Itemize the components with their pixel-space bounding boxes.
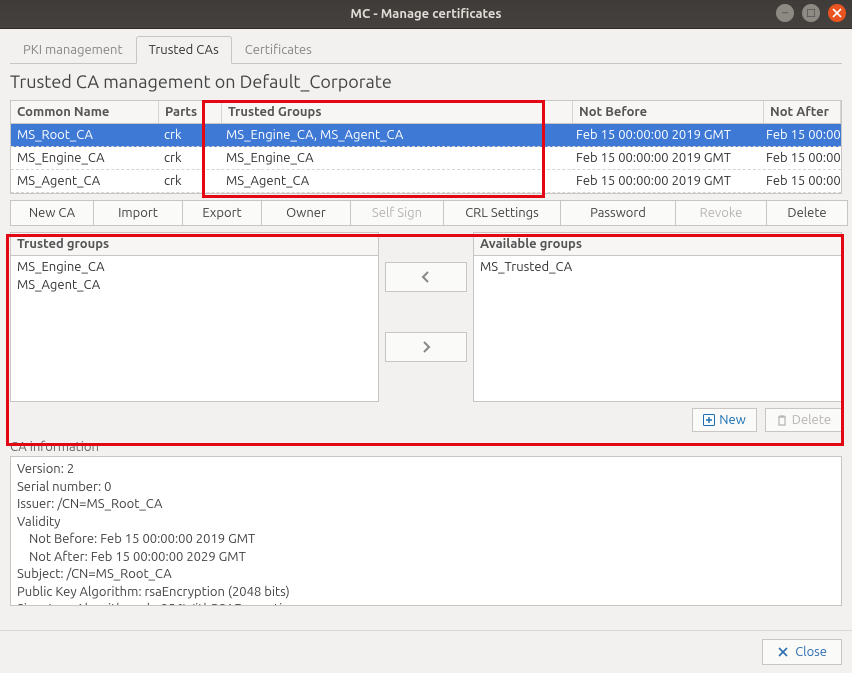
table-row[interactable]: MS_Root_CAcrkMS_Engine_CA, MS_Agent_CAFe… <box>11 124 841 147</box>
ca-info-line: Not Before: Feb 15 00:00:00 2019 GMT <box>17 531 835 549</box>
delete-group-button[interactable]: Delete <box>765 408 842 432</box>
revoke-button[interactable]: Revoke <box>676 200 767 226</box>
window: MC - Manage certificates – ☐ PKI managem… <box>0 0 852 673</box>
ca-info-line: Signature Algorithm: sha256WithRSAEncryp… <box>17 601 835 606</box>
tab-certificates[interactable]: Certificates <box>232 36 325 64</box>
col-header-parts[interactable]: Parts <box>159 101 222 123</box>
trusted-groups-header: Trusted groups <box>11 233 378 256</box>
cell-cn: MS_Engine_CA <box>11 147 158 169</box>
move-left-button[interactable] <box>385 262 467 292</box>
window-title: MC - Manage certificates <box>0 7 852 21</box>
cell-parts: crk <box>158 124 220 146</box>
new-group-button[interactable]: New <box>692 408 757 432</box>
window-maximize-button[interactable]: ☐ <box>802 4 820 22</box>
col-header-trusted-groups[interactable]: Trusted Groups <box>222 101 573 123</box>
list-item[interactable]: MS_Agent_CA <box>11 276 378 294</box>
list-item[interactable]: MS_Engine_CA <box>11 258 378 276</box>
ca-info-line: Public Key Algorithm: rsaEncryption (204… <box>17 584 835 602</box>
tab-pki-management[interactable]: PKI management <box>10 36 136 64</box>
ca-info-line: Validity <box>17 514 835 532</box>
cell-parts: crk <box>158 147 220 169</box>
move-right-button[interactable] <box>385 332 467 362</box>
action-button-row: New CA Import Export Owner Self Sign CRL… <box>10 200 842 226</box>
cell-tg: MS_Agent_CA <box>220 170 570 192</box>
col-header-not-before[interactable]: Not Before <box>573 101 764 123</box>
list-item[interactable]: MS_Trusted_CA <box>474 258 841 276</box>
cell-nb: Feb 15 00:00:00 2019 GMT <box>570 124 760 146</box>
crl-settings-button[interactable]: CRL Settings <box>444 200 561 226</box>
col-header-common-name[interactable]: Common Name <box>11 101 159 123</box>
ca-info-label: CA information <box>10 440 842 454</box>
col-header-not-after[interactable]: Not After <box>764 101 841 123</box>
plus-icon <box>703 414 715 426</box>
ca-info-line: Issuer: /CN=MS_Root_CA <box>17 496 835 514</box>
groups-transfer-panel: Trusted groups MS_Engine_CAMS_Agent_CA A… <box>10 232 842 402</box>
page-heading: Trusted CA management on Default_Corpora… <box>10 72 842 92</box>
close-label: Close <box>795 645 827 659</box>
chevron-right-icon <box>419 340 433 354</box>
ca-info-line: Version: 2 <box>17 461 835 479</box>
ca-info-box: Version: 2Serial number: 0Issuer: /CN=MS… <box>10 456 842 606</box>
cell-nb: Feb 15 00:00:00 2019 GMT <box>570 170 760 192</box>
cell-nb: Feb 15 00:00:00 2019 GMT <box>570 147 760 169</box>
close-dialog-button[interactable]: Close <box>762 639 842 665</box>
password-button[interactable]: Password <box>561 200 676 226</box>
cell-na: Feb 15 00:00:00 20 <box>760 124 841 146</box>
ca-table: Common Name Parts Trusted Groups Not Bef… <box>10 100 842 194</box>
owner-button[interactable]: Owner <box>262 200 351 226</box>
cell-na: Feb 15 00:00:00 20 <box>760 147 841 169</box>
close-icon <box>777 646 789 658</box>
cell-tg: MS_Engine_CA, MS_Agent_CA <box>220 124 570 146</box>
trusted-groups-panel: Trusted groups MS_Engine_CAMS_Agent_CA <box>10 232 379 402</box>
cell-parts: crk <box>158 170 220 192</box>
delete-button[interactable]: Delete <box>767 200 848 226</box>
table-row[interactable]: MS_Engine_CAcrkMS_Engine_CAFeb 15 00:00:… <box>11 147 841 170</box>
trash-icon <box>776 414 788 426</box>
cell-cn: MS_Root_CA <box>11 124 158 146</box>
tab-bar: PKI management Trusted CAs Certificates <box>10 35 842 64</box>
self-sign-button[interactable]: Self Sign <box>351 200 444 226</box>
ca-info-line: Subject: /CN=MS_Root_CA <box>17 566 835 584</box>
cell-cn: MS_Agent_CA <box>11 170 158 192</box>
cell-na: Feb 15 00:00:00 20 <box>760 170 841 192</box>
delete-group-label: Delete <box>792 413 831 427</box>
ca-info-line: Not After: Feb 15 00:00:00 2029 GMT <box>17 549 835 567</box>
ca-info-line: Serial number: 0 <box>17 479 835 497</box>
import-button[interactable]: Import <box>94 200 183 226</box>
chevron-left-icon <box>419 270 433 284</box>
new-group-label: New <box>719 413 746 427</box>
export-button[interactable]: Export <box>183 200 262 226</box>
window-close-button[interactable] <box>828 4 846 22</box>
available-groups-header: Available groups <box>474 233 841 256</box>
available-groups-panel: Available groups MS_Trusted_CA <box>473 232 842 402</box>
table-row[interactable]: MS_Agent_CAcrkMS_Agent_CAFeb 15 00:00:00… <box>11 170 841 193</box>
new-ca-button[interactable]: New CA <box>10 200 94 226</box>
cell-tg: MS_Engine_CA <box>220 147 570 169</box>
window-minimize-button[interactable]: – <box>776 4 794 22</box>
titlebar: MC - Manage certificates – ☐ <box>0 0 852 29</box>
tab-trusted-cas[interactable]: Trusted CAs <box>136 36 232 64</box>
